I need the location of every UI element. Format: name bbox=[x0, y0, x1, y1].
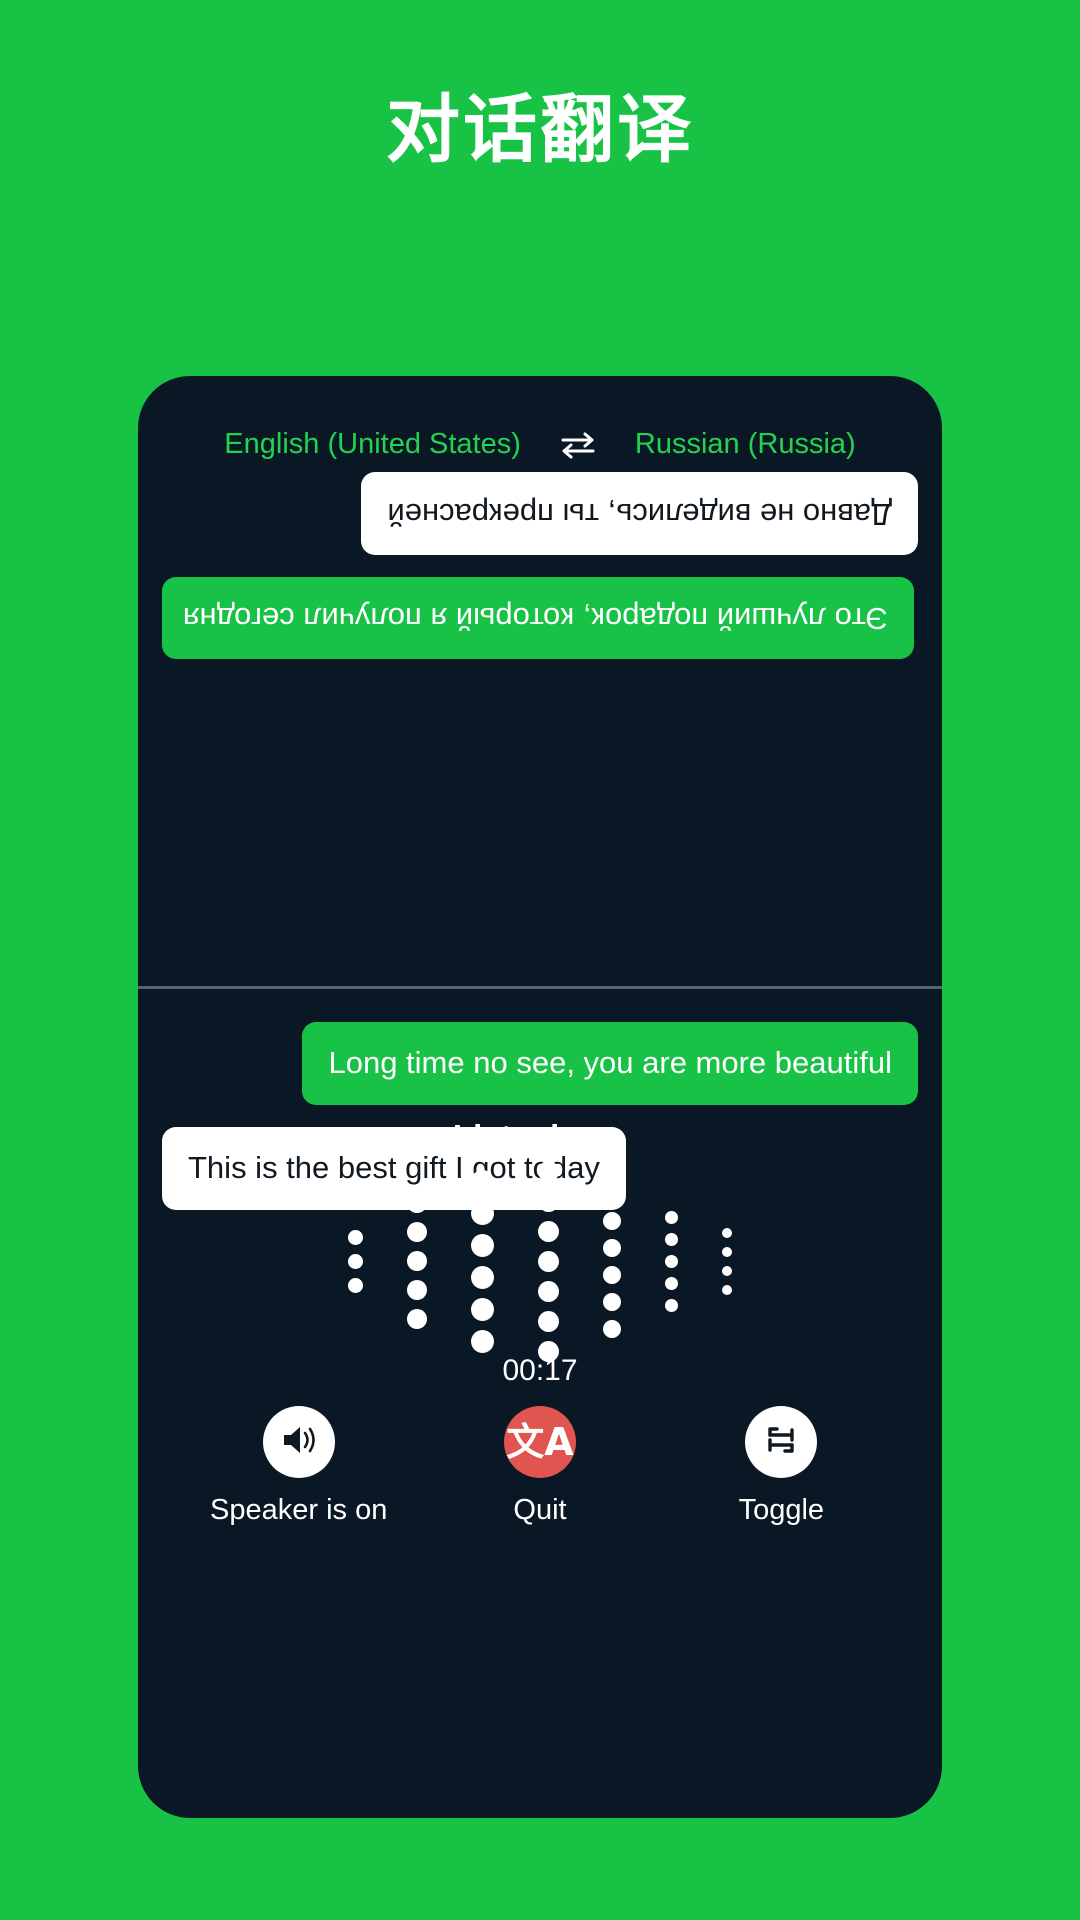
target-language-label[interactable]: Russian (Russia) bbox=[635, 428, 856, 461]
waveform-dot bbox=[665, 1298, 678, 1312]
waveform-dot bbox=[722, 1227, 732, 1238]
action-bar: Speaker is on 文A Quit Toggle bbox=[138, 1406, 942, 1527]
waveform-dot bbox=[603, 1184, 621, 1203]
waveform-dot bbox=[722, 1284, 732, 1295]
waveform-dot bbox=[665, 1210, 678, 1224]
waveform-dot bbox=[471, 1169, 494, 1193]
waveform-dot bbox=[603, 1238, 621, 1257]
waveform-dot bbox=[538, 1310, 559, 1332]
listening-status: Listening... bbox=[452, 1118, 628, 1155]
message-bubble: Это лучший подарок, который я получил се… bbox=[162, 576, 914, 660]
speaker-button[interactable]: Speaker is on bbox=[178, 1406, 419, 1527]
waveform-dot bbox=[407, 1251, 427, 1271]
waveform-column bbox=[665, 1210, 678, 1312]
waveform-column bbox=[471, 1169, 494, 1353]
waveform-dot bbox=[471, 1297, 494, 1321]
waveform-dot bbox=[722, 1265, 732, 1276]
waveform-dot bbox=[407, 1280, 427, 1300]
waveform-dot bbox=[407, 1222, 427, 1242]
audio-waveform bbox=[138, 1160, 942, 1362]
waveform-dot bbox=[603, 1292, 621, 1311]
recording-timer: 00:17 bbox=[502, 1354, 578, 1387]
toggle-repeat-icon bbox=[762, 1423, 800, 1462]
waveform-dot bbox=[407, 1193, 427, 1213]
conversation-pane-top: Это лучший подарок, который я получил се… bbox=[138, 472, 942, 984]
message-bubble: Long time no see, you are more beautiful bbox=[302, 1022, 918, 1105]
speaker-button-circle[interactable] bbox=[262, 1406, 335, 1478]
waveform-column bbox=[538, 1160, 559, 1362]
waveform-dot bbox=[538, 1160, 559, 1182]
waveform-dot bbox=[471, 1265, 494, 1289]
source-language-label[interactable]: English (United States) bbox=[224, 428, 521, 461]
waveform-dot bbox=[722, 1246, 732, 1257]
swap-horizontal-icon[interactable] bbox=[559, 430, 597, 460]
waveform-dot bbox=[407, 1309, 427, 1329]
toggle-button[interactable]: Toggle bbox=[661, 1406, 902, 1527]
waveform-dot bbox=[665, 1232, 678, 1246]
language-bar: English (United States) Russian (Russia) bbox=[138, 428, 942, 461]
waveform-column bbox=[603, 1184, 621, 1338]
waveform-column bbox=[722, 1227, 732, 1295]
waveform-dot bbox=[348, 1277, 363, 1293]
translate-icon: 文A bbox=[506, 1420, 574, 1464]
page-title: 对话翻译 bbox=[386, 88, 694, 171]
waveform-dot bbox=[471, 1329, 494, 1353]
quit-button-label: Quit bbox=[513, 1494, 567, 1526]
waveform-dot bbox=[603, 1319, 621, 1338]
message-bubble: Давно не виделись, ты прекрасней bbox=[361, 472, 918, 555]
waveform-dot bbox=[471, 1201, 494, 1225]
speaker-on-icon bbox=[279, 1423, 319, 1462]
waveform-dot bbox=[538, 1190, 559, 1212]
toggle-button-label: Toggle bbox=[738, 1494, 825, 1526]
waveform-dot bbox=[348, 1253, 363, 1269]
waveform-dot bbox=[538, 1280, 559, 1302]
speaker-button-label: Speaker is on bbox=[210, 1494, 388, 1526]
quit-button-circle[interactable]: 文A bbox=[503, 1406, 576, 1478]
toggle-button-circle[interactable] bbox=[745, 1406, 818, 1478]
waveform-dot bbox=[665, 1276, 678, 1290]
waveform-dot bbox=[348, 1229, 363, 1245]
waveform-dot bbox=[471, 1233, 494, 1257]
waveform-dot bbox=[665, 1254, 678, 1268]
waveform-dot bbox=[538, 1220, 559, 1242]
waveform-dot bbox=[603, 1265, 621, 1284]
waveform-column bbox=[407, 1193, 427, 1329]
waveform-column bbox=[348, 1229, 363, 1293]
waveform-dot bbox=[538, 1250, 559, 1272]
phone-frame: English (United States) Russian (Russia)… bbox=[138, 376, 942, 1818]
quit-button[interactable]: 文A Quit bbox=[419, 1406, 660, 1527]
waveform-dot bbox=[603, 1211, 621, 1230]
